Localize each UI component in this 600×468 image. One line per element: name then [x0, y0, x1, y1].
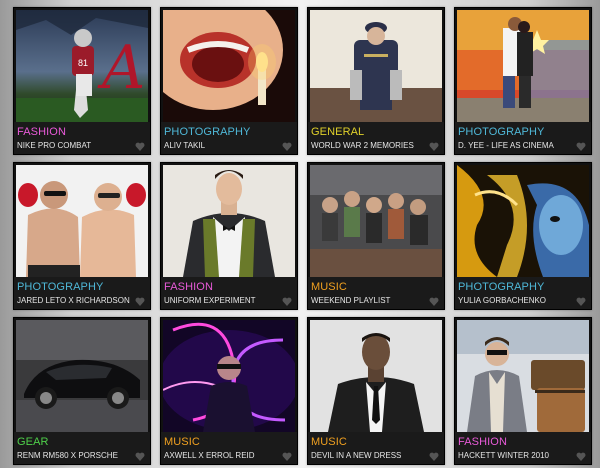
tile-aliv-takil[interactable]: PHOTOGRAPHY ALIV TAKIL	[160, 7, 298, 155]
tile-title[interactable]: UNIFORM EXPERIMENT	[164, 296, 256, 306]
heart-icon[interactable]	[576, 297, 586, 306]
tile-title[interactable]: RENM RM580 X PORSCHE	[17, 451, 118, 461]
tile-devil-in-a-new-dress[interactable]: MUSIC DEVIL IN A NEW DRESS	[307, 317, 445, 465]
tile-caption: FASHION UNIFORM EXPERIMENT	[161, 277, 297, 309]
football-player-alabama-photo[interactable]: 81 A	[16, 10, 148, 122]
svg-text:81: 81	[78, 58, 88, 68]
boxing-men-photo[interactable]	[16, 165, 148, 277]
category-label[interactable]: PHOTOGRAPHY	[17, 281, 103, 293]
tile-caption: PHOTOGRAPHY ALIV TAKIL	[161, 122, 297, 154]
tile-title[interactable]: ALIV TAKIL	[164, 141, 205, 151]
tile-renm-rm580-x-porsche[interactable]: GEAR RENM RM580 X PORSCHE	[13, 317, 151, 465]
man-with-luggage-photo[interactable]	[457, 320, 589, 432]
heart-icon[interactable]	[282, 452, 292, 461]
tile-title[interactable]: D. YEE - LIFE AS CINEMA	[458, 141, 554, 151]
heart-icon[interactable]	[429, 142, 439, 151]
tile-nike-pro-combat[interactable]: 81 A FASHION NIKE PRO COMBAT	[13, 7, 151, 155]
tile-title[interactable]: WEEKEND PLAYLIST	[311, 296, 390, 306]
category-label[interactable]: GEAR	[17, 436, 49, 448]
heart-icon[interactable]	[135, 142, 145, 151]
heart-icon[interactable]	[576, 142, 586, 151]
tile-jared-leto-x-richardson[interactable]: PHOTOGRAPHY JARED LETO X RICHARDSON	[13, 162, 151, 310]
tile-caption: GEAR RENM RM580 X PORSCHE	[14, 432, 150, 464]
tile-title[interactable]: HACKETT WINTER 2010	[458, 451, 549, 461]
neon-lights-dj-photo[interactable]	[163, 320, 295, 432]
tile-title[interactable]: WORLD WAR 2 MEMORIES	[311, 141, 414, 151]
band-group-photo[interactable]	[310, 165, 442, 277]
category-label[interactable]: FASHION	[458, 436, 507, 448]
tile-caption: PHOTOGRAPHY D. YEE - LIFE AS CINEMA	[455, 122, 591, 154]
man-in-scarf-photo[interactable]	[163, 165, 295, 277]
category-label[interactable]: PHOTOGRAPHY	[458, 281, 544, 293]
heart-icon[interactable]	[282, 142, 292, 151]
svg-text:A: A	[97, 33, 145, 103]
tile-uniform-experiment[interactable]: FASHION UNIFORM EXPERIMENT	[160, 162, 298, 310]
category-label[interactable]: MUSIC	[311, 281, 347, 293]
category-label[interactable]: PHOTOGRAPHY	[164, 126, 250, 138]
tile-title[interactable]: AXWELL X ERROL REID	[164, 451, 255, 461]
tile-caption: MUSIC WEEKEND PLAYLIST	[308, 277, 444, 309]
tile-caption: PHOTOGRAPHY YULIA GORBACHENKO	[455, 277, 591, 309]
tile-title[interactable]: NIKE PRO COMBAT	[17, 141, 91, 151]
heart-icon[interactable]	[429, 452, 439, 461]
tile-caption: GENERAL WORLD WAR 2 MEMORIES	[308, 122, 444, 154]
content-grid: 81 A FASHION NIKE PRO COMBAT PHOTOGRAPHY…	[0, 0, 600, 468]
man-in-suit-bw-photo[interactable]	[310, 320, 442, 432]
tile-caption: MUSIC DEVIL IN A NEW DRESS	[308, 432, 444, 464]
heart-icon[interactable]	[282, 297, 292, 306]
category-label[interactable]: FASHION	[17, 126, 66, 138]
tile-caption: PHOTOGRAPHY JARED LETO X RICHARDSON	[14, 277, 150, 309]
tile-hackett-winter-2010[interactable]: FASHION HACKETT WINTER 2010	[454, 317, 592, 465]
tile-caption: FASHION NIKE PRO COMBAT	[14, 122, 150, 154]
category-label[interactable]: PHOTOGRAPHY	[458, 126, 544, 138]
tile-weekend-playlist[interactable]: MUSIC WEEKEND PLAYLIST	[307, 162, 445, 310]
tile-d-yee-life-as-cinema[interactable]: PHOTOGRAPHY D. YEE - LIFE AS CINEMA	[454, 7, 592, 155]
category-label[interactable]: FASHION	[164, 281, 213, 293]
black-porsche-photo[interactable]	[16, 320, 148, 432]
tile-title[interactable]: DEVIL IN A NEW DRESS	[311, 451, 401, 461]
heart-icon[interactable]	[135, 452, 145, 461]
tile-caption: MUSIC AXWELL X ERROL REID	[161, 432, 297, 464]
veteran-in-uniform-photo[interactable]	[310, 10, 442, 122]
tile-yulia-gorbachenko[interactable]: PHOTOGRAPHY YULIA GORBACHENKO	[454, 162, 592, 310]
heart-icon[interactable]	[135, 297, 145, 306]
heart-icon[interactable]	[429, 297, 439, 306]
tile-title[interactable]: JARED LETO X RICHARDSON	[17, 296, 130, 306]
heart-icon[interactable]	[576, 452, 586, 461]
gold-face-art-photo[interactable]	[457, 165, 589, 277]
tile-axwell-x-errol-reid[interactable]: MUSIC AXWELL X ERROL REID	[160, 317, 298, 465]
tile-caption: FASHION HACKETT WINTER 2010	[455, 432, 591, 464]
couple-embracing-photo[interactable]	[457, 10, 589, 122]
category-label[interactable]: GENERAL	[311, 126, 364, 138]
tile-world-war-2-memories[interactable]: GENERAL WORLD WAR 2 MEMORIES	[307, 7, 445, 155]
category-label[interactable]: MUSIC	[311, 436, 347, 448]
tile-title[interactable]: YULIA GORBACHENKO	[458, 296, 546, 306]
category-label[interactable]: MUSIC	[164, 436, 200, 448]
open-mouth-candle-photo[interactable]	[163, 10, 295, 122]
